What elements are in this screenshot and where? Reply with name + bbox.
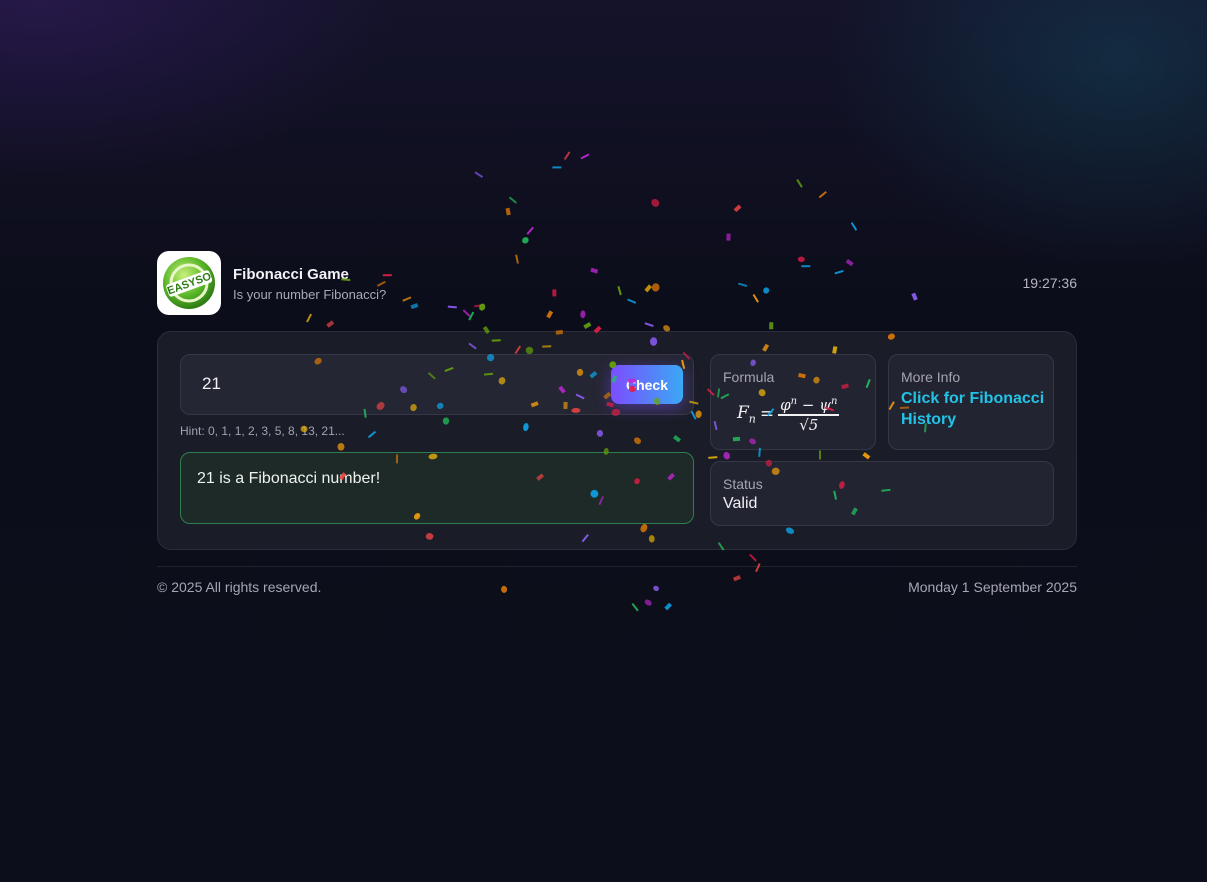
more-info-panel: More Info Click for Fibonacci History [888, 354, 1054, 450]
confetti-piece [508, 196, 518, 204]
confetti-piece [664, 602, 673, 611]
result-message: 21 is a Fibonacci number! [197, 470, 381, 487]
app-logo: EASYSO [157, 251, 221, 315]
confetti-piece [733, 574, 742, 582]
confetti-piece [526, 226, 534, 235]
confetti-piece [755, 563, 761, 573]
copyright-text: © 2025 All rights reserved. [157, 579, 322, 595]
clock: 19:27:36 [1022, 275, 1078, 291]
app-subtitle: Is your number Fibonacci? [233, 287, 387, 302]
result-message-box: 21 is a Fibonacci number! [180, 452, 694, 524]
number-input-value[interactable]: 21 [202, 374, 221, 394]
easyso-logo-icon: EASYSO [163, 257, 215, 309]
confetti-piece [505, 207, 511, 216]
confetti-piece [733, 204, 742, 213]
confetti-piece [653, 585, 660, 592]
number-input-field[interactable]: 21 Check [180, 354, 694, 415]
confetti-piece [583, 322, 592, 330]
status-value: Valid [723, 495, 758, 512]
formula-panel: Formula Fn = φn − ψn √5 [710, 354, 876, 450]
confetti-piece [552, 166, 562, 169]
confetti-piece [726, 233, 731, 241]
confetti-piece [644, 599, 652, 606]
confetti-piece [644, 322, 654, 327]
formula-label: Formula [723, 369, 775, 385]
confetti-piece [501, 585, 508, 593]
confetti-piece [522, 237, 529, 244]
footer-divider [157, 566, 1077, 567]
confetti-piece [631, 603, 639, 612]
confetti-piece [474, 171, 484, 178]
confetti-piece [769, 322, 774, 330]
fibonacci-history-link[interactable]: Click for Fibonacci History [901, 388, 1046, 430]
confetti-piece [326, 320, 335, 328]
status-panel: Status Valid [710, 461, 1054, 526]
confetti-piece [818, 190, 827, 199]
game-card: 21 Check Hint: 0, 1, 1, 2, 3, 5, 8, 13, … [157, 331, 1077, 550]
confetti-piece [580, 153, 590, 160]
app-title: Fibonacci Game [233, 266, 349, 283]
date-text: Monday 1 September 2025 [908, 579, 1077, 595]
confetti-piece [749, 553, 757, 562]
confetti-piece [796, 179, 803, 188]
confetti-piece [651, 198, 660, 207]
check-button[interactable]: Check [611, 365, 683, 404]
status-label: Status [723, 476, 763, 492]
more-info-label: More Info [901, 369, 961, 385]
confetti-piece [563, 151, 571, 160]
binet-formula: Fn = φn − ψn √5 [737, 393, 840, 435]
hint-text: Hint: 0, 1, 1, 2, 3, 5, 8, 13, 21... [180, 424, 345, 438]
app-header: EASYSO Fibonacci Game Is your number Fib… [157, 251, 1077, 315]
confetti-piece [850, 222, 858, 231]
